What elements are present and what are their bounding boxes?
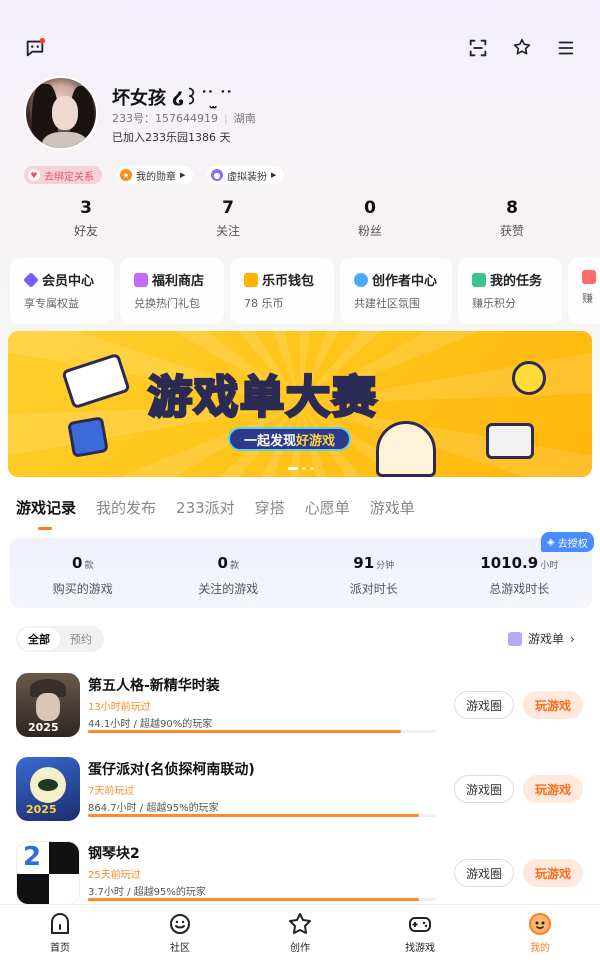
stat-likes[interactable]: 8 获赞 [457, 198, 567, 239]
crown-icon [23, 271, 39, 288]
wallet-icon [244, 272, 258, 287]
vip-center-card[interactable]: 会员中心 享专属权益 [10, 258, 114, 324]
play-hours: 44.1小时 / 超越90%的玩家 [88, 719, 213, 730]
authorize-button[interactable]: ◈ 去授权 [541, 532, 594, 552]
tab-game-records[interactable]: 游戏记录 [16, 497, 76, 530]
game-list-link[interactable]: 游戏单 › [508, 630, 575, 647]
cat-icon: ● [211, 169, 223, 181]
play-progress-bar [88, 898, 436, 901]
promo-banner[interactable]: 游戏单大赛 一起发现 好游戏 [8, 331, 592, 477]
virtual-dress-button[interactable]: ● 虚拟装扮 ▶ [207, 166, 285, 184]
game-name: 第五人格-新精华时装 [88, 678, 220, 694]
nav-create[interactable]: 创作 [240, 905, 360, 960]
menu-icon[interactable] [551, 33, 581, 63]
scan-icon[interactable] [463, 33, 493, 63]
game-circle-button[interactable]: 游戏圈 [454, 859, 514, 887]
cloud-icon [354, 272, 368, 287]
banner-title: 游戏单大赛 [147, 371, 378, 425]
avatar[interactable] [24, 76, 98, 150]
game-circle-button[interactable]: 游戏圈 [454, 775, 514, 803]
pacman-decoration [512, 361, 546, 395]
tab-outfits[interactable]: 穿搭 [255, 497, 285, 518]
game-thumbnail: 2025 [16, 673, 80, 737]
play-progress-bar [88, 814, 436, 817]
user-id-line: 233号：157644919 | 湖南 [112, 112, 256, 125]
banner-subtitle: 一起发现 好游戏 [228, 427, 352, 451]
bind-relation-button[interactable]: ♥ 去绑定关系 [24, 166, 102, 184]
nav-community[interactable]: 社区 [120, 905, 240, 960]
chevron-right-icon: › [570, 631, 575, 646]
last-played: 25天前玩过 [88, 870, 141, 881]
joystick-decoration [486, 423, 534, 459]
play-progress-bar [88, 730, 436, 733]
nickname: 坏女孩 ໒꒱ ͘ ͘ ̫ ͘ ͘ [112, 88, 231, 109]
play-game-button[interactable]: 玩游戏 [523, 691, 583, 719]
character-decoration [376, 421, 436, 477]
arrow-right-icon: ▶ [180, 171, 186, 179]
medal-icon: ★ [120, 169, 132, 181]
create-icon [289, 913, 311, 934]
stat-following[interactable]: 7 关注 [173, 198, 283, 239]
heart-icon: ♥ [28, 169, 40, 181]
followed-games-stat[interactable]: 0款 关注的游戏 [156, 538, 302, 608]
shield-icon: ◈ [547, 536, 555, 548]
record-filter: 全部 预约 [16, 626, 104, 652]
nav-mine[interactable]: 我的 [480, 905, 600, 960]
game-stats-panel: 0款 购买的游戏 0款 关注的游戏 91 分钟 派对时长 1010.9 小时 总游戏… [10, 538, 592, 608]
game-name: 钢琴块2 [88, 846, 140, 862]
nav-find-games[interactable]: 找游戏 [360, 905, 480, 960]
last-played: 7天前玩过 [88, 786, 135, 797]
gamepad-icon [409, 917, 431, 932]
joined-days: 已加入233乐园1386 天 [112, 131, 231, 144]
filter-all[interactable]: 全部 [18, 628, 60, 650]
message-icon[interactable] [20, 33, 50, 63]
my-medal-button[interactable]: ★ 我的勋章 ▶ [116, 166, 194, 184]
gift-icon [134, 272, 148, 287]
quick-cards: 会员中心 享专属权益 福利商店 兑换热门礼包 乐币钱包 78 乐币 创作者中心 … [10, 258, 600, 324]
coin-wallet-card[interactable]: 乐币钱包 78 乐币 [230, 258, 334, 324]
game-list-icon [508, 631, 522, 646]
cube-decoration [67, 416, 109, 458]
tab-my-posts[interactable]: 我的发布 [96, 497, 156, 518]
party-time-stat[interactable]: 91 分钟 派对时长 [301, 538, 447, 608]
my-tasks-card[interactable]: 我的任务 赚乐积分 [458, 258, 562, 324]
play-game-button[interactable]: 玩游戏 [523, 775, 583, 803]
welfare-shop-card[interactable]: 福利商店 兑换热门礼包 [120, 258, 224, 324]
play-hours: 864.7小时 / 超越95%的玩家 [88, 803, 219, 814]
filter-reserved[interactable]: 预约 [60, 628, 102, 650]
game-thumbnail: 2 [16, 841, 80, 905]
tab-233-party[interactable]: 233派对 [176, 497, 235, 518]
game-name: 蛋仔派对(名侦探柯南联动) [88, 762, 255, 778]
last-played: 13小时前玩过 [88, 702, 151, 713]
banner-pagination [288, 467, 314, 470]
region: 湖南 [233, 112, 256, 125]
tab-game-lists[interactable]: 游戏单 [370, 497, 415, 518]
creator-center-card[interactable]: 创作者中心 共建社区氛围 [340, 258, 452, 324]
task-icon [472, 272, 486, 287]
badge-icon[interactable] [507, 33, 537, 63]
user-id: 233号：157644919 [112, 112, 218, 125]
game-row[interactable]: 2025 第五人格-新精华时装 13小时前玩过 44.1小时 / 超越90%的玩… [16, 673, 584, 757]
community-icon [170, 914, 190, 934]
tab-wishlist[interactable]: 心愿单 [305, 497, 350, 518]
nav-home[interactable]: 首页 [0, 905, 120, 960]
more-card[interactable]: 赚 [568, 258, 600, 324]
game-thumbnail: 2025 [16, 757, 80, 821]
profile-tabs: 游戏记录 我的发布 233派对 穿搭 心愿单 游戏单 [16, 497, 415, 530]
play-game-button[interactable]: 玩游戏 [523, 859, 583, 887]
home-icon [51, 913, 69, 934]
more-card-icon [582, 270, 596, 284]
stat-friends[interactable]: 3 好友 [31, 198, 141, 239]
play-hours: 3.7小时 / 超越95%的玩家 [88, 887, 206, 898]
stat-fans[interactable]: 0 粉丝 [315, 198, 425, 239]
purchased-games-stat[interactable]: 0款 购买的游戏 [10, 538, 156, 608]
game-circle-button[interactable]: 游戏圈 [454, 691, 514, 719]
profile-icon [529, 913, 551, 935]
game-row[interactable]: 2025 蛋仔派对(名侦探柯南联动) 7天前玩过 864.7小时 / 超越95%… [16, 757, 584, 841]
arrow-right-icon: ▶ [271, 171, 277, 179]
bottom-nav: 首页 社区 创作 找游戏 我的 [0, 904, 600, 960]
